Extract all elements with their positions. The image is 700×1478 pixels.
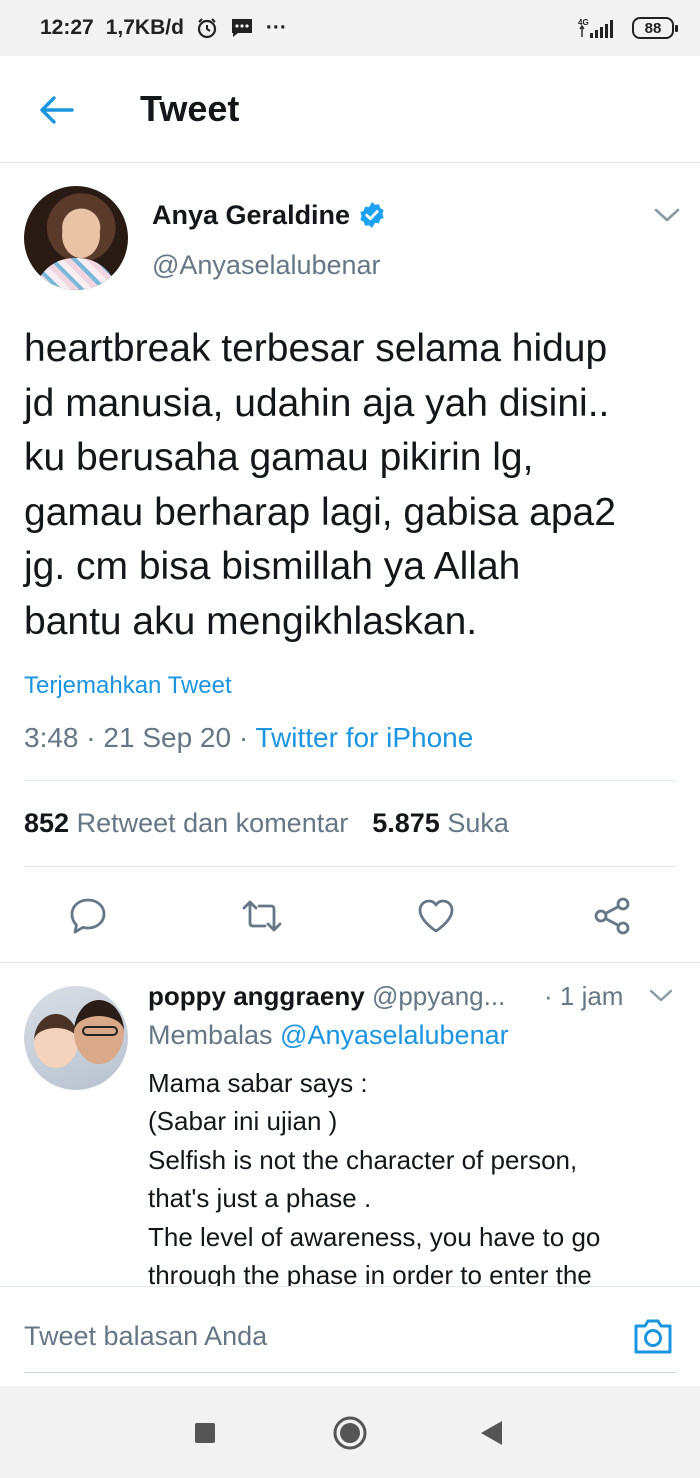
divider	[24, 866, 676, 867]
retweet-icon	[242, 900, 282, 932]
replying-to: Membalas @Anyaselalubenar	[148, 1020, 509, 1051]
avatar-child	[34, 1014, 78, 1068]
tweet-text-line: bantu aku mengikhlaskan.	[24, 599, 478, 643]
reply-text-line: (Sabar ini ujian )	[148, 1106, 338, 1137]
replying-prefix: Membalas	[148, 1020, 281, 1050]
triangle-back-icon	[481, 1421, 502, 1445]
chevron-down-icon[interactable]	[648, 986, 674, 1006]
camera-icon[interactable]	[632, 1316, 674, 1356]
compose-underline	[24, 1372, 676, 1373]
tweet-date: 21 Sep 20	[103, 722, 232, 753]
system-nav-bar	[0, 1386, 700, 1478]
reply-text-line: Mama sabar says :	[148, 1068, 368, 1098]
recent-apps-button[interactable]	[182, 1410, 228, 1456]
tweet-text-line: gamau berharap lagi, gabisa apa2	[24, 490, 616, 534]
reply-text-line: through the phase in order to enter the	[148, 1260, 592, 1286]
arrow-left-icon	[40, 96, 74, 124]
message-icon	[230, 17, 254, 39]
verified-badge-icon	[360, 202, 384, 228]
retweets-count: 852	[24, 808, 70, 838]
tweet-text-line: heartbreak terbesar selama hidup	[24, 327, 608, 370]
meta-separator: ·	[78, 722, 104, 753]
reply-compose-input[interactable]: Tweet balasan Anda	[24, 1321, 267, 1352]
author-name[interactable]: Anya Geraldine	[152, 200, 350, 231]
tweet-meta: 3:48 · 21 Sep 20 · Twitter for iPhone	[24, 722, 473, 754]
share-button[interactable]	[590, 894, 634, 938]
home-button[interactable]	[327, 1410, 373, 1456]
page-title: Tweet	[140, 88, 240, 129]
avatar-shirt	[34, 258, 118, 290]
reply-text-line: The level of awareness, you have to go	[148, 1221, 601, 1252]
status-bar: 12:27 1,7KB/d ··· 4G 88	[0, 0, 700, 56]
reply-author-handle[interactable]: @ppyang...	[372, 981, 505, 1011]
tweet-time: 3:48	[24, 722, 79, 753]
network-type: 4G	[578, 18, 589, 27]
retweets-stat[interactable]: 852 Retweet dan komentar	[24, 808, 348, 839]
square-icon	[195, 1423, 215, 1443]
signal-icon: 4G	[578, 17, 618, 39]
likes-stat[interactable]: 5.875 Suka	[372, 808, 509, 839]
reply-button[interactable]	[66, 894, 110, 938]
replying-mention-link[interactable]: @Anyaselalubenar	[280, 1020, 509, 1050]
status-time: 12:27	[40, 16, 94, 39]
compose-bar: Tweet balasan Anda	[0, 1286, 700, 1386]
likes-count: 5.875	[372, 808, 440, 838]
tweet-text: heartbreak terbesar selama hidup jd manu…	[24, 322, 684, 649]
reply-time: · 1 jam	[544, 981, 624, 1011]
heart-icon	[418, 899, 454, 933]
comment-icon	[70, 898, 106, 934]
reply-text: Mama sabar says : (Sabar ini ujian ) Sel…	[148, 1064, 688, 1286]
meta-separator: ·	[231, 722, 256, 753]
tweet-text-line: jg. cm bisa bismillah ya Allah	[24, 545, 521, 588]
reply-avatar[interactable]	[24, 986, 128, 1090]
status-more-icon: ···	[265, 16, 287, 39]
retweets-label: Retweet dan komentar	[76, 808, 349, 838]
like-button[interactable]	[414, 894, 458, 938]
avatar-glasses	[82, 1026, 118, 1036]
translate-tweet-link[interactable]: Terjemahkan Tweet	[24, 672, 232, 700]
avatar-face	[62, 212, 100, 258]
battery-indicator: 88	[632, 17, 678, 39]
reply-text-line: Selfish is not the character of person,	[148, 1144, 578, 1175]
alarm-icon	[196, 17, 218, 39]
reply-author-name[interactable]: poppy anggraeny	[148, 981, 365, 1011]
share-icon	[594, 897, 630, 935]
circle-icon	[333, 1416, 367, 1450]
tweet-source-link[interactable]: Twitter for iPhone	[255, 722, 473, 753]
author-avatar[interactable]	[24, 186, 128, 290]
likes-label: Suka	[447, 808, 509, 838]
back-button[interactable]	[34, 88, 78, 132]
app-header: Tweet	[0, 56, 700, 163]
retweet-button[interactable]	[240, 894, 284, 938]
author-handle[interactable]: @Anyaselalubenar	[152, 250, 381, 281]
status-data-rate: 1,7KB/d	[105, 16, 184, 39]
divider	[24, 780, 676, 781]
tweet-text-line: jd manusia, udahin aja yah disini..	[24, 381, 610, 425]
back-nav-button[interactable]	[468, 1410, 514, 1456]
chevron-down-icon[interactable]	[652, 204, 682, 226]
tweet-stats: 852 Retweet dan komentar 5.875 Suka	[24, 808, 509, 839]
tweet-text-line: ku berusaha gamau pikirin lg,	[24, 436, 534, 479]
reply-text-line: that's just a phase .	[148, 1183, 372, 1214]
divider	[0, 962, 700, 963]
